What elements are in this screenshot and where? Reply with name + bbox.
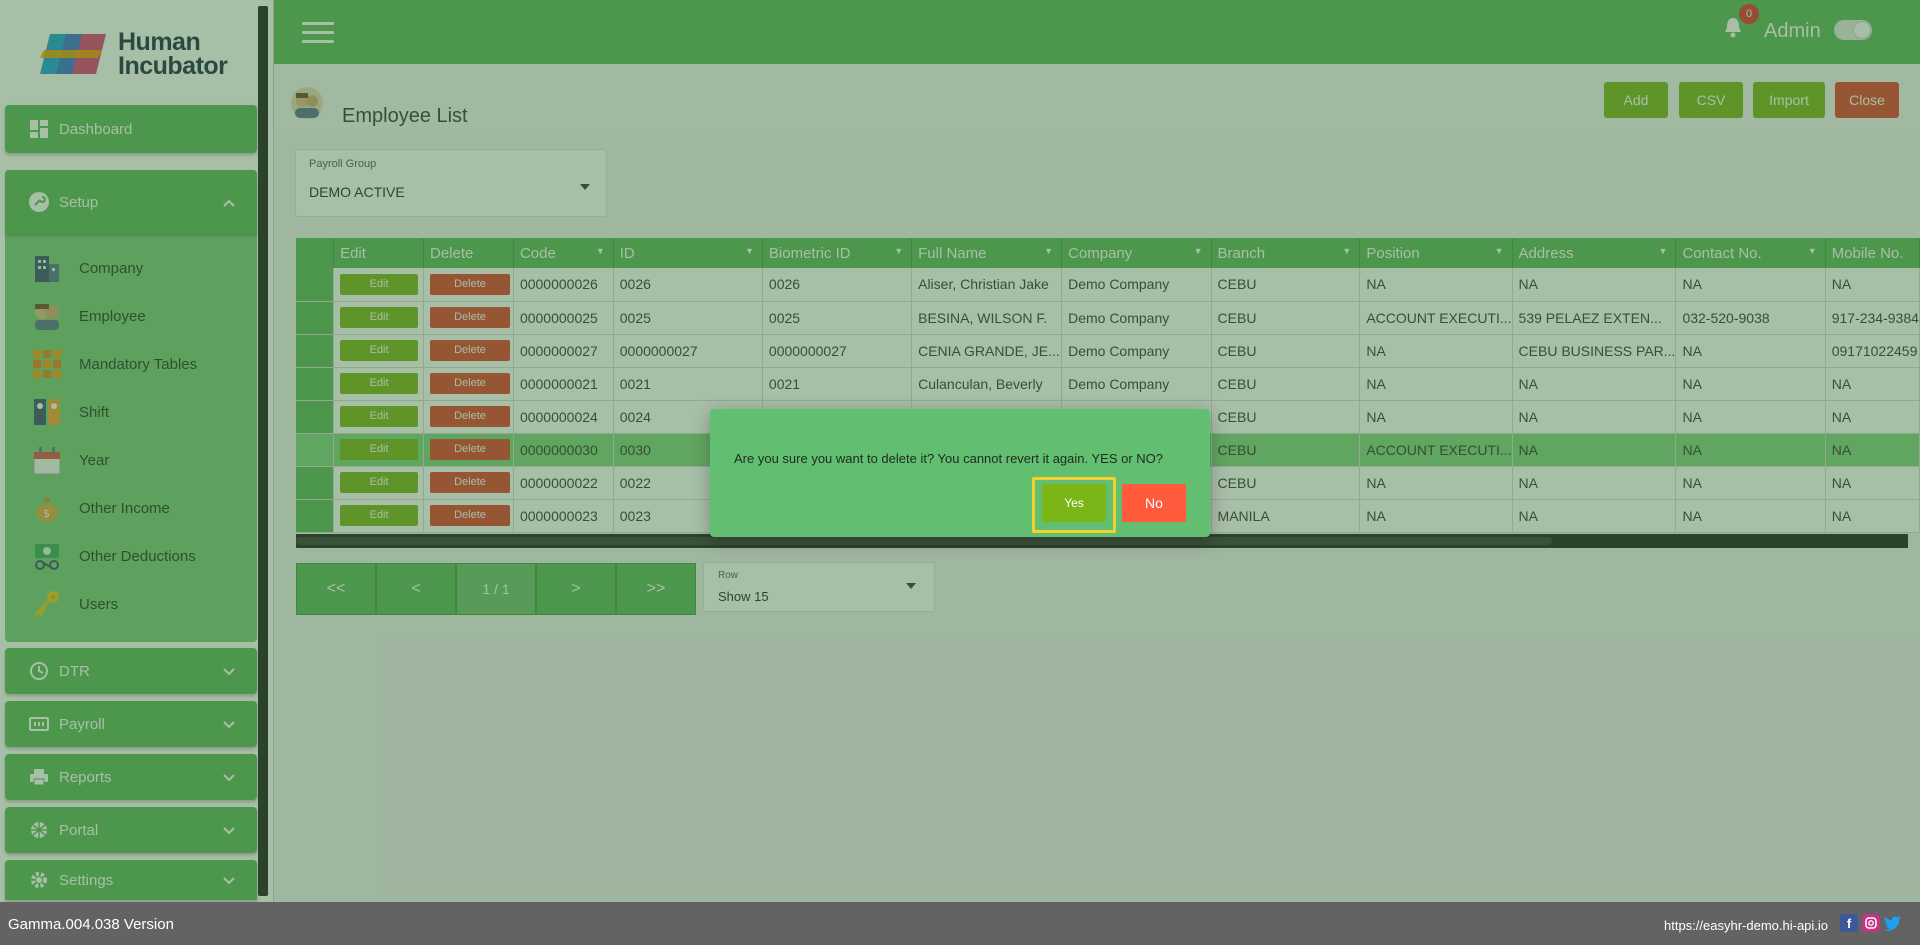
delete-confirm-dialog: Are you sure you want to delete it? You … bbox=[710, 409, 1210, 537]
no-button[interactable]: No bbox=[1122, 484, 1186, 522]
yes-button[interactable]: Yes bbox=[1042, 484, 1106, 522]
instagram-icon[interactable] bbox=[1862, 914, 1880, 932]
dialog-message: Are you sure you want to delete it? You … bbox=[734, 451, 1164, 466]
facebook-icon[interactable]: f bbox=[1840, 914, 1858, 932]
footer: Gamma.004.038 Version https://easyhr-dem… bbox=[0, 902, 1920, 945]
version-text: Gamma.004.038 Version bbox=[8, 916, 174, 933]
site-url[interactable]: https://easyhr-demo.hi-api.io bbox=[1664, 918, 1828, 933]
twitter-icon[interactable] bbox=[1884, 914, 1902, 932]
